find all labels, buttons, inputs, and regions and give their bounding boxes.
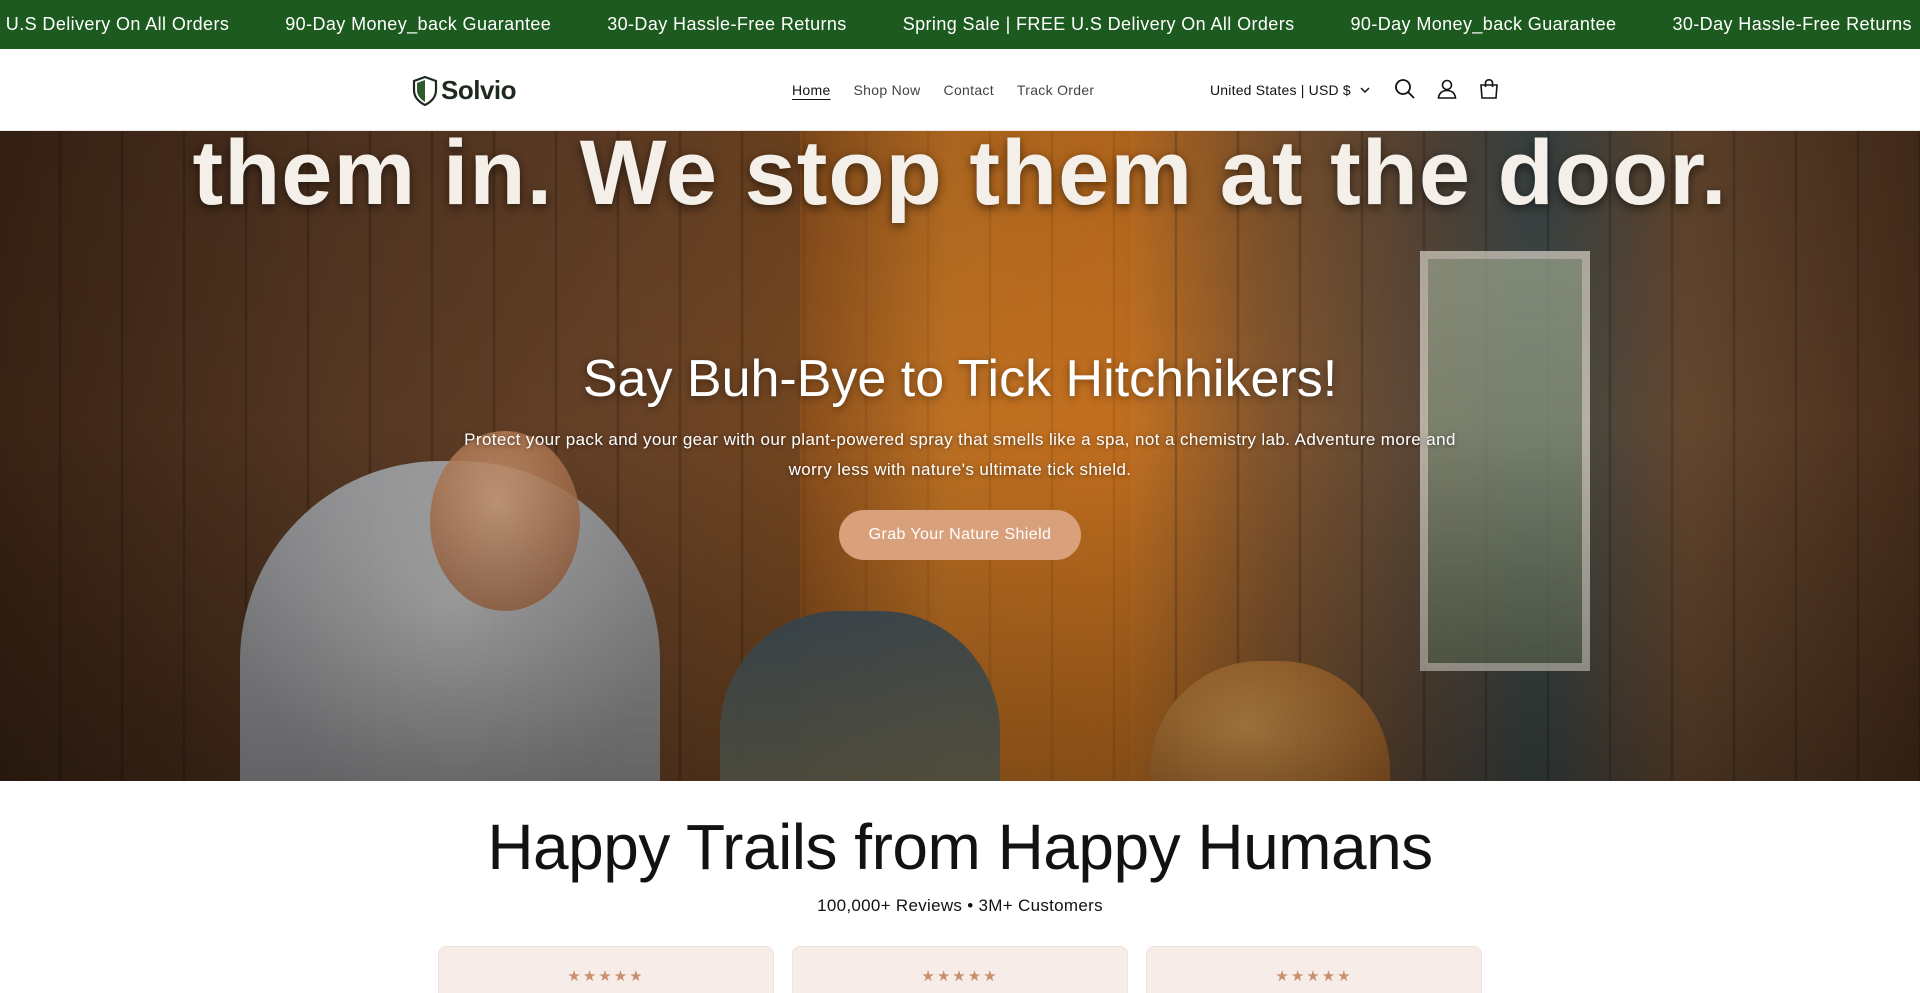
logo-text: Solvio [441,75,517,105]
hero-banner: them in. We stop them at the door. Say B… [0,131,1920,781]
announcement-item: 90-Day Money_back Guarantee [1350,14,1617,34]
review-card: ★★★★★ [1146,946,1482,993]
review-card: ★★★★★ [438,946,774,993]
hero-image-caption: them in. We stop them at the door. [192,131,1728,224]
star-rating: ★★★★★ [921,968,999,985]
reviews-subtitle: 100,000+ Reviews • 3M+ Customers [817,896,1103,915]
review-cards: ★★★★★ ★★★★★ ★★★★★ [438,946,1482,993]
announcement-item: 90-Day Money_back Guarantee [285,14,552,34]
nav-track-order[interactable]: Track Order [1017,82,1094,98]
nav-contact[interactable]: Contact [944,82,994,98]
site-header: Solvio Home Shop Now Contact Track Order… [0,49,1920,131]
locale-selector[interactable]: United States | USD $ [1210,82,1371,98]
nav-shop-now[interactable]: Shop Now [854,82,921,98]
hero-cta-button[interactable]: Grab Your Nature Shield [839,510,1081,560]
review-card: ★★★★★ [792,946,1128,993]
announcement-item: E U.S Delivery On All Orders [0,14,230,34]
logo-link[interactable]: Solvio [412,75,517,106]
reviews-title: Happy Trails from Happy Humans [487,811,1433,883]
announcement-track: E U.S Delivery On All Orders 90-Day Mone… [0,0,1920,49]
chevron-down-icon [1360,87,1370,94]
star-rating: ★★★★★ [567,968,645,985]
shield-logo-icon [412,75,438,106]
announcement-item: 30-Day Hassle-Free Returns [1672,14,1912,34]
account-icon[interactable] [1435,77,1459,101]
announcement-bar: E U.S Delivery On All Orders 90-Day Mone… [0,0,1920,49]
locale-label: United States | USD $ [1210,82,1351,98]
announcement-item: 30-Day Hassle-Free Returns [607,14,847,34]
announcement-item: Spring Sale | FREE U.S Delivery On All O… [902,14,1295,34]
star-rating: ★★★★★ [1275,968,1353,985]
main-nav: Home Shop Now Contact Track Order [792,82,1117,98]
cart-icon[interactable] [1477,77,1501,101]
hero-subtitle: Protect your pack and your gear with our… [464,430,1456,479]
nav-home[interactable]: Home [792,82,831,98]
hero-title: Say Buh-Bye to Tick Hitchhikers! [582,350,1338,408]
search-icon[interactable] [1393,77,1417,101]
